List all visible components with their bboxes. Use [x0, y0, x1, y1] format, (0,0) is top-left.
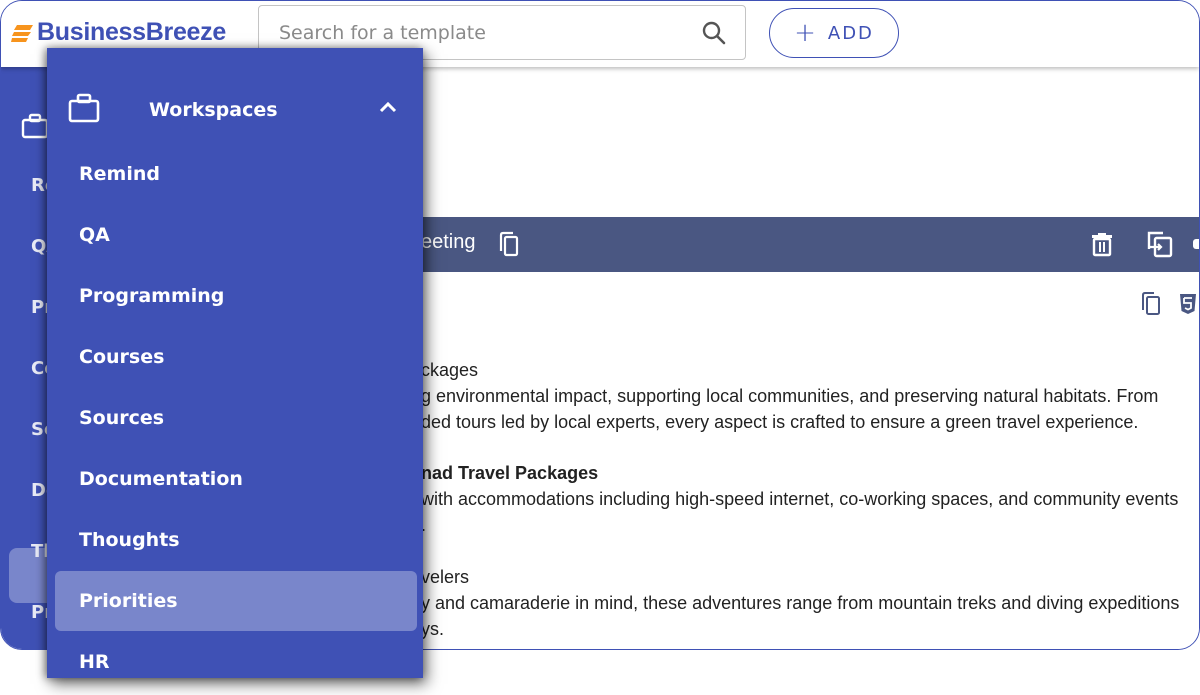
body-line: y and camaraderie in mind, these adventu…	[421, 593, 1180, 613]
plus-icon: +	[794, 18, 816, 48]
briefcase-icon	[21, 113, 49, 139]
delete-icon[interactable]	[1089, 231, 1115, 257]
move-icon[interactable]	[1146, 230, 1174, 258]
dropdown-item-label: Programming	[79, 285, 225, 307]
dropdown-item-label: HR	[79, 651, 110, 673]
body-line: ys.	[421, 619, 445, 639]
html5-icon[interactable]	[1179, 292, 1197, 316]
dropdown-item-label: Documentation	[79, 468, 243, 490]
body-line: ded tours led by local experts, every as…	[421, 412, 1139, 432]
workspaces-dropdown: Workspaces Remind QA Programming Courses…	[47, 48, 423, 678]
dropdown-item-courses[interactable]: Courses	[55, 327, 417, 387]
body-line: g environmental impact, supporting local…	[421, 386, 1159, 406]
dropdown-item-label: QA	[79, 224, 110, 246]
card-title: eeting	[421, 231, 476, 253]
add-button[interactable]: + ADD	[769, 8, 899, 58]
body-line: ckages	[421, 360, 479, 380]
logo-icon	[11, 24, 33, 42]
chevron-up-icon[interactable]	[378, 100, 398, 114]
workspaces-toggle[interactable]: Workspaces	[47, 88, 423, 138]
dropdown-item-label: Courses	[79, 346, 165, 368]
dropdown-item-label: Priorities	[79, 590, 178, 612]
copy-icon[interactable]	[496, 231, 522, 257]
dropdown-item-hr[interactable]: HR	[55, 632, 417, 692]
body-line: velers	[421, 567, 470, 587]
dropdown-item-label: Thoughts	[79, 529, 180, 551]
card-header: eeting	[421, 217, 1199, 272]
workspaces-title: Workspaces	[149, 99, 278, 121]
dropdown-item-label: Sources	[79, 407, 165, 429]
dropdown-item-programming[interactable]: Programming	[55, 266, 417, 326]
dropdown-item-sources[interactable]: Sources	[55, 388, 417, 448]
body-line: with accommodations including high-speed…	[421, 489, 1179, 509]
logo[interactable]: BusinessBreeze	[11, 18, 226, 47]
briefcase-icon	[68, 93, 100, 123]
search-icon[interactable]	[701, 20, 727, 46]
body-heading: nad Travel Packages	[421, 463, 599, 483]
search-input[interactable]	[279, 18, 679, 48]
dropdown-item-qa[interactable]: QA	[55, 205, 417, 265]
copy-icon[interactable]	[1140, 292, 1162, 316]
dropdown-item-label: Remind	[79, 163, 160, 185]
main-content: eeting ckages g environmental impact, su…	[421, 67, 1199, 649]
dropdown-item-priorities[interactable]: Priorities	[55, 571, 417, 631]
edit-icon-partial[interactable]	[1193, 239, 1199, 249]
add-button-label: ADD	[827, 22, 874, 44]
dropdown-item-documentation[interactable]: Documentation	[55, 449, 417, 509]
dropdown-item-thoughts[interactable]: Thoughts	[55, 510, 417, 570]
app-name: BusinessBreeze	[37, 18, 226, 46]
dropdown-item-remind[interactable]: Remind	[55, 144, 417, 204]
